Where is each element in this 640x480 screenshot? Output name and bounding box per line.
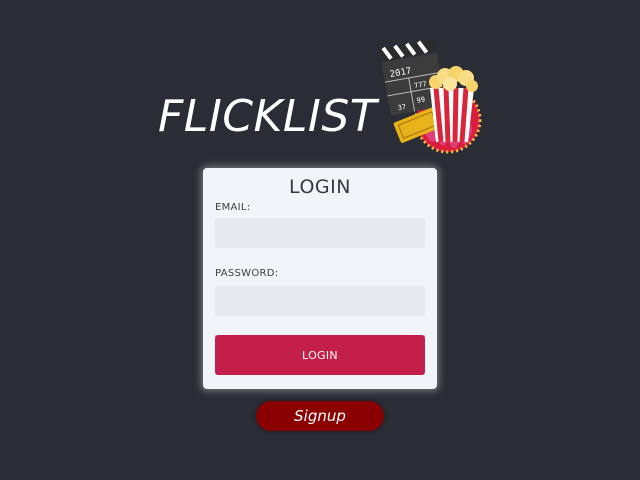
logo-number: 99 xyxy=(416,95,426,104)
login-card: LOGIN EMAIL: PASSWORD: LOGIN xyxy=(203,168,437,389)
card-title: LOGIN xyxy=(289,176,351,198)
app-title: FLICKLIST xyxy=(158,91,378,142)
email-field[interactable] xyxy=(215,218,425,248)
password-field[interactable] xyxy=(215,286,425,316)
email-label: EMAIL: xyxy=(215,202,251,213)
login-button[interactable]: LOGIN xyxy=(215,335,425,375)
signup-button[interactable]: Signup xyxy=(256,401,384,431)
clapperboard-popcorn-ticket-icon: 2017 777 99 37 xyxy=(379,38,482,154)
logo-number: 37 xyxy=(397,103,407,112)
password-label: PASSWORD: xyxy=(215,268,279,279)
